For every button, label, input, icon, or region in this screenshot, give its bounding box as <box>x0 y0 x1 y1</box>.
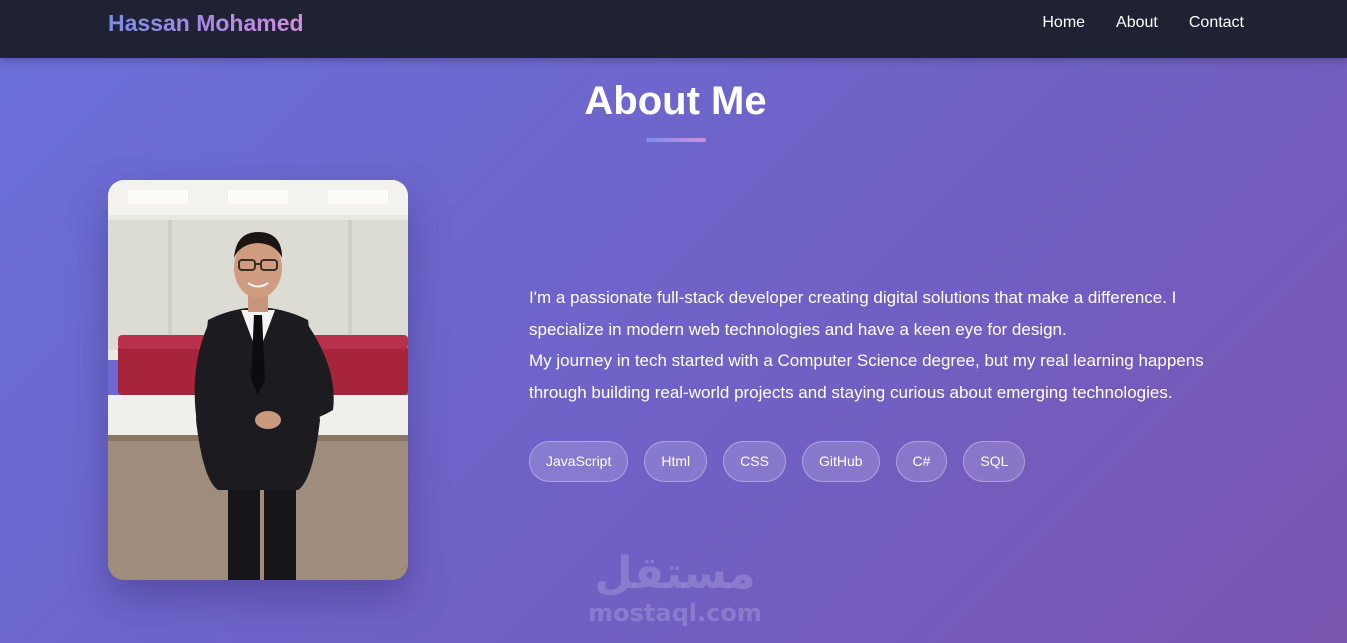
skill-tag-javascript: JavaScript <box>529 441 629 482</box>
profile-photo <box>108 180 408 580</box>
skill-tag-csharp: C# <box>895 441 948 482</box>
skills-list: JavaScript Html CSS GitHub C# SQL <box>529 441 1026 482</box>
skill-tag-css: CSS <box>723 441 786 482</box>
mostaql-watermark: مستقل mostaql.com <box>560 548 790 626</box>
watermark-arabic-text: مستقل <box>594 548 756 599</box>
skill-tag-html: Html <box>644 441 708 482</box>
navbar: Hassan Mohamed Home About Contact <box>0 0 1347 58</box>
brand-logo-text[interactable]: Hassan Mohamed <box>108 9 304 37</box>
nav-links: Home About Contact <box>1042 13 1244 33</box>
title-underline <box>646 138 706 142</box>
bio-paragraph-2: My journey in tech started with a Comput… <box>529 351 1204 402</box>
watermark-latin-text: mostaql.com <box>588 599 762 627</box>
section-title: About Me <box>584 79 767 123</box>
bio-text: I'm a passionate full-stack developer cr… <box>529 282 1249 408</box>
nav-link-contact[interactable]: Contact <box>1189 13 1244 33</box>
nav-link-about[interactable]: About <box>1116 13 1158 33</box>
skill-tag-sql: SQL <box>963 441 1026 482</box>
nav-link-home[interactable]: Home <box>1042 13 1085 33</box>
bio-paragraph-1: I'm a passionate full-stack developer cr… <box>529 288 1177 339</box>
profile-photo-illustration <box>108 180 408 580</box>
skill-tag-github: GitHub <box>801 441 880 482</box>
